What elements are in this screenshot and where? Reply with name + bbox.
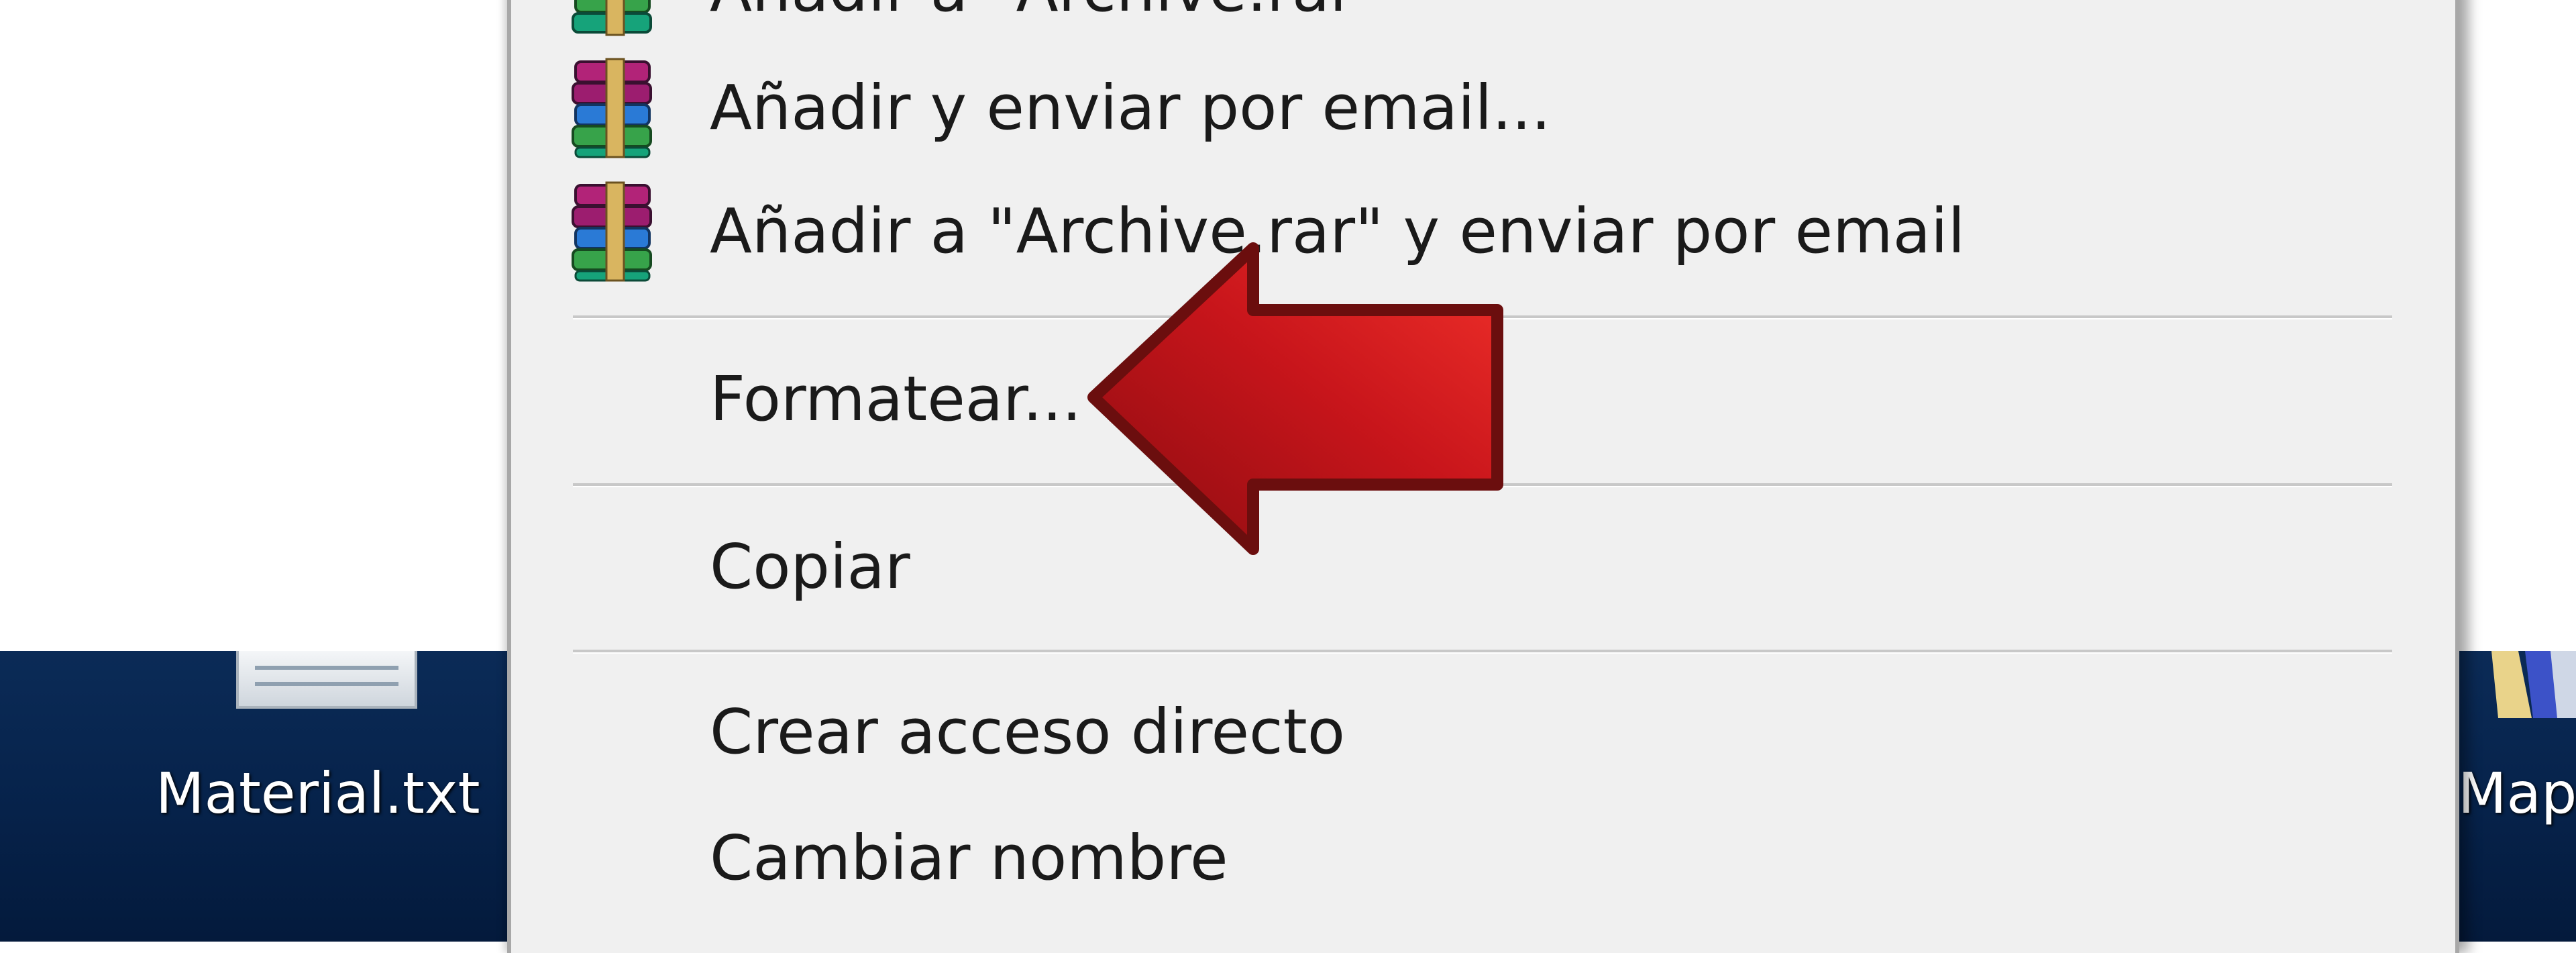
menu-item-rename[interactable]: Cambiar nombre — [511, 808, 2455, 909]
red-arrow-icon — [1087, 242, 1503, 555]
menu-item-label: Formatear... — [710, 363, 1082, 435]
winrar-icon — [572, 58, 652, 158]
desktop-file-label-map[interactable]: Map — [2458, 765, 2576, 821]
menu-item-label: Copiar — [710, 531, 910, 603]
text-file-icon[interactable] — [236, 651, 417, 709]
folder-icon[interactable] — [2471, 651, 2576, 718]
winrar-icon — [572, 181, 652, 282]
menu-item-label: Añadir y enviar por email... — [710, 72, 1551, 144]
desktop-file-label-material[interactable]: Material.txt — [156, 765, 480, 821]
menu-item-label: Cambiar nombre — [710, 822, 1228, 894]
menu-item-add-to-archive[interactable]: Añadir a "Archive.rar" — [511, 0, 2455, 40]
menu-item-label: Añadir a "Archive.rar" — [710, 0, 1383, 21]
menu-separator — [573, 650, 2392, 654]
text-line — [255, 682, 398, 686]
winrar-icon — [572, 0, 652, 36]
menu-item-add-and-email[interactable]: Añadir y enviar por email... — [511, 58, 2455, 158]
menu-item-create-shortcut[interactable]: Crear acceso directo — [511, 682, 2455, 783]
text-line — [255, 666, 398, 670]
menu-item-label: Crear acceso directo — [710, 696, 1345, 768]
